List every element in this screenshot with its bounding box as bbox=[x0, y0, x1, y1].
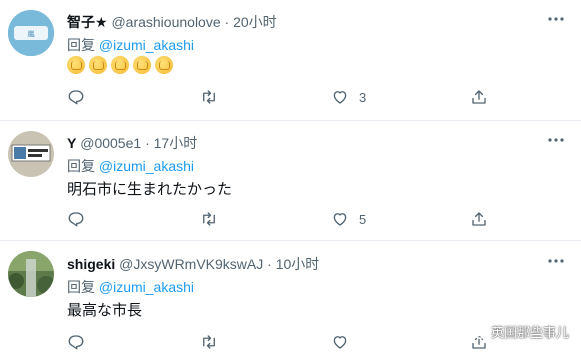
share-button[interactable] bbox=[470, 208, 488, 230]
reply-button[interactable] bbox=[67, 86, 85, 108]
reply-context: 回复 @izumi_akashi bbox=[67, 277, 194, 297]
display-name[interactable]: 智子★ bbox=[67, 14, 108, 30]
tweet-1[interactable]: 嵐 智子★ @arashiounolove · 20小时 回复 @izumi_a… bbox=[0, 0, 581, 121]
user-handle[interactable]: @JxsyWRmVK9kswAJ bbox=[119, 256, 263, 272]
user-handle[interactable]: @arashiounolove bbox=[111, 14, 220, 30]
retweet-button[interactable] bbox=[200, 331, 218, 353]
display-name[interactable]: shigeki bbox=[67, 256, 115, 272]
share-button[interactable] bbox=[470, 86, 488, 108]
more-options-button[interactable] bbox=[545, 250, 567, 272]
reply-prefix: 回复 bbox=[67, 158, 95, 174]
clapping-hands-icon bbox=[89, 56, 107, 74]
tweet-actions: 5 bbox=[67, 208, 487, 230]
separator-dot: · bbox=[145, 135, 150, 151]
reply-mention-link[interactable]: @izumi_akashi bbox=[99, 279, 194, 295]
more-options-button[interactable] bbox=[545, 129, 567, 151]
like-button[interactable] bbox=[331, 331, 359, 353]
tweet-actions bbox=[67, 331, 487, 353]
avatar[interactable]: 嵐 bbox=[8, 10, 54, 56]
display-name[interactable]: Y bbox=[67, 135, 76, 151]
user-handle[interactable]: @0005e1 bbox=[80, 135, 141, 151]
separator-dot: · bbox=[224, 14, 230, 30]
tweet-header: shigeki @JxsyWRmVK9kswAJ · 10小时 bbox=[67, 254, 319, 274]
tweet-body: 最高な市長 bbox=[67, 302, 143, 319]
like-count: 3 bbox=[359, 89, 367, 105]
clapping-hands-icon bbox=[67, 56, 85, 74]
reply-icon bbox=[68, 335, 84, 350]
share-icon bbox=[472, 90, 486, 104]
share-icon bbox=[472, 212, 486, 226]
wechat-icon bbox=[467, 324, 487, 339]
tweet-actions: 3 bbox=[67, 86, 487, 108]
retweet-icon bbox=[203, 335, 215, 349]
svg-text:嵐: 嵐 bbox=[28, 30, 35, 38]
more-icon bbox=[548, 259, 564, 263]
tweet-header: Y @0005e1 · 17小时 bbox=[67, 133, 197, 153]
like-button[interactable]: 3 bbox=[331, 86, 366, 108]
tweet-body bbox=[67, 56, 177, 78]
like-count: 5 bbox=[359, 211, 367, 227]
tweet-2[interactable]: Y @0005e1 · 17小时 回复 @izumi_akashi 明石市に生ま… bbox=[0, 121, 581, 241]
reply-context: 回复 @izumi_akashi bbox=[67, 156, 194, 176]
like-icon bbox=[333, 336, 347, 349]
reply-prefix: 回复 bbox=[67, 279, 95, 295]
reply-icon bbox=[68, 212, 84, 227]
tweet-body: 明石市に生まれたかった bbox=[67, 181, 233, 198]
reply-mention-link[interactable]: @izumi_akashi bbox=[99, 158, 194, 174]
like-button[interactable]: 5 bbox=[331, 208, 366, 230]
retweet-button[interactable] bbox=[200, 86, 218, 108]
timestamp[interactable]: 17小时 bbox=[154, 135, 198, 151]
separator-dot: · bbox=[267, 256, 272, 272]
clapping-hands-icon bbox=[111, 56, 129, 74]
reply-icon bbox=[68, 90, 84, 105]
more-options-button[interactable] bbox=[545, 8, 567, 30]
watermark: 英国那些事儿 bbox=[467, 322, 569, 341]
tweet-header: 智子★ @arashiounolove · 20小时 bbox=[67, 12, 277, 32]
reply-mention-link[interactable]: @izumi_akashi bbox=[99, 37, 194, 53]
reply-button[interactable] bbox=[67, 331, 85, 353]
retweet-button[interactable] bbox=[200, 208, 218, 230]
like-icon bbox=[333, 213, 347, 226]
reply-prefix: 回复 bbox=[67, 37, 95, 53]
more-icon bbox=[548, 138, 564, 142]
watermark-text: 英国那些事儿 bbox=[490, 325, 569, 340]
reply-context: 回复 @izumi_akashi bbox=[67, 35, 194, 55]
clapping-hands-icon bbox=[155, 56, 173, 74]
retweet-icon bbox=[203, 212, 215, 226]
timestamp[interactable]: 10小时 bbox=[276, 256, 320, 272]
like-icon bbox=[333, 91, 347, 104]
reply-button[interactable] bbox=[67, 208, 85, 230]
avatar[interactable] bbox=[8, 251, 54, 297]
clapping-hands-icon bbox=[133, 56, 151, 74]
timestamp[interactable]: 20小时 bbox=[233, 14, 277, 30]
retweet-icon bbox=[203, 90, 215, 104]
more-icon bbox=[548, 17, 564, 21]
avatar[interactable] bbox=[8, 131, 54, 177]
